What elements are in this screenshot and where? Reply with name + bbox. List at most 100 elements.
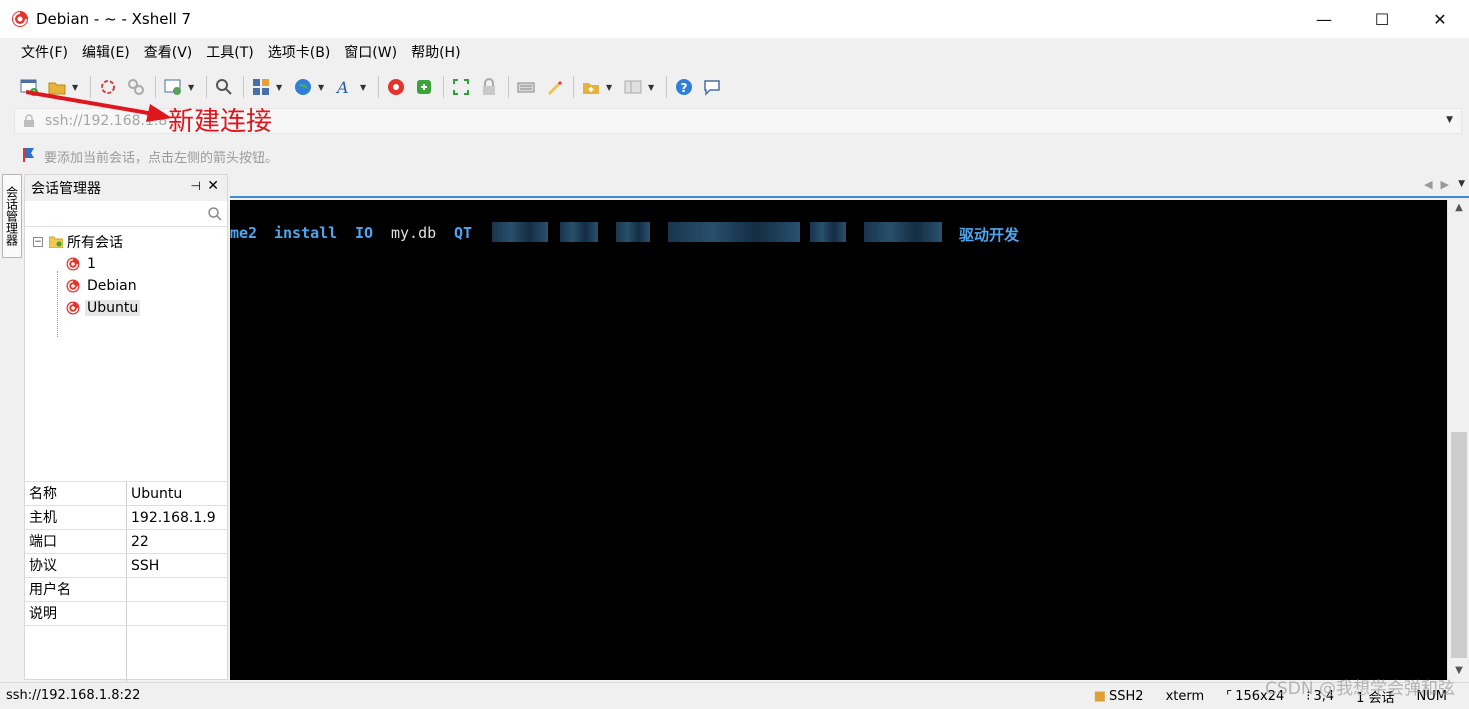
property-filler — [25, 626, 227, 682]
menu-tabs[interactable]: 选项卡(B) — [261, 38, 338, 68]
tab-scroll-arrows-icon[interactable]: ◀▶ — [1424, 178, 1457, 191]
terminal-entry: IO — [355, 224, 374, 242]
resize-icon: ⌜ — [1226, 688, 1233, 704]
lock-icon: ■ — [1093, 688, 1106, 704]
session-icon — [65, 278, 81, 294]
find-icon[interactable] — [211, 74, 237, 100]
toolbar-divider — [573, 76, 574, 98]
terminal-entry: QT — [454, 224, 473, 242]
redacted-block — [616, 222, 650, 242]
xftp-icon[interactable] — [411, 74, 437, 100]
watermark: CSDN @我想学会弹和弦 — [1265, 679, 1455, 699]
property-value: SSH — [131, 558, 160, 574]
menu-bar: 文件(F) 编辑(E) 查看(V) 工具(T) 选项卡(B) 窗口(W) 帮助(… — [0, 38, 1469, 68]
property-value: 192.168.1.9 — [131, 510, 216, 526]
fullscreen-icon[interactable] — [448, 74, 474, 100]
window-title: Debian - ~ - Xshell 7 — [36, 10, 192, 28]
chevron-down-icon[interactable]: ▼ — [318, 83, 328, 92]
annotation-label: 新建连接 — [168, 107, 273, 137]
minimize-button[interactable]: — — [1295, 0, 1353, 38]
svg-text:A: A — [335, 78, 349, 97]
property-value — [127, 578, 131, 601]
session-item[interactable]: 1 — [25, 253, 227, 275]
session-item-selected[interactable]: Ubuntu — [25, 297, 227, 319]
hint-text: 要添加当前会话，点击左侧的箭头按钮。 — [44, 150, 279, 166]
collapse-icon[interactable]: − — [33, 237, 43, 247]
title-bar: Debian - ~ - Xshell 7 — ☐ ✕ — [0, 0, 1469, 38]
session-label: 1 — [87, 256, 96, 272]
redacted-block — [864, 222, 942, 242]
chevron-down-icon[interactable]: ▼ — [188, 83, 198, 92]
property-value — [127, 602, 131, 625]
property-key: 协议 — [25, 554, 127, 577]
xshell-logo-icon — [10, 9, 30, 29]
toolbar-divider — [443, 76, 444, 98]
bookmark-arrow-icon[interactable] — [22, 146, 38, 166]
highlight-icon[interactable] — [541, 74, 567, 100]
session-icon — [65, 256, 81, 272]
chevron-down-icon[interactable]: ▼ — [606, 83, 616, 92]
status-term: xterm — [1165, 688, 1205, 704]
maximize-button[interactable]: ☐ — [1353, 0, 1411, 38]
session-icon — [65, 300, 81, 316]
pin-icon[interactable]: ⊣ — [191, 179, 201, 193]
menu-view[interactable]: 查看(V) — [137, 38, 200, 68]
property-value: 22 — [131, 534, 149, 550]
close-button[interactable]: ✕ — [1411, 0, 1469, 38]
menu-window[interactable]: 窗口(W) — [337, 38, 404, 68]
globe-icon[interactable] — [290, 74, 316, 100]
close-icon[interactable]: ✕ — [207, 178, 219, 194]
chevron-down-icon[interactable]: ▼ — [1446, 115, 1453, 125]
menu-tools[interactable]: 工具(T) — [199, 38, 260, 68]
property-row: 用户名 — [25, 578, 227, 602]
session-manager-title: 会话管理器 — [31, 181, 101, 197]
keyboard-icon[interactable] — [513, 74, 539, 100]
property-row: 主机 192.168.1.9 — [25, 506, 227, 530]
chevron-down-icon[interactable]: ▼ — [1458, 179, 1465, 189]
property-key: 名称 — [25, 482, 127, 505]
toolbar-divider — [243, 76, 244, 98]
folder-add-icon[interactable] — [578, 74, 604, 100]
property-key: 主机 — [25, 506, 127, 529]
session-label: Ubuntu — [85, 300, 141, 316]
redacted-block — [492, 222, 548, 242]
redacted-block — [668, 222, 800, 242]
hint-bar: 要添加当前会话，点击左侧的箭头按钮。 — [0, 142, 1469, 170]
terminal-scrollbar[interactable]: ▲ ▼ — [1447, 200, 1469, 680]
scroll-up-icon[interactable]: ▲ — [1448, 202, 1469, 213]
side-tab-session-manager[interactable]: 会话管理器 — [2, 174, 22, 258]
chevron-down-icon[interactable]: ▼ — [360, 83, 370, 92]
menu-file[interactable]: 文件(F) — [14, 38, 75, 68]
session-label: Debian — [87, 278, 137, 294]
redacted-block — [560, 222, 598, 242]
help-icon[interactable]: ? — [671, 74, 697, 100]
property-key: 说明 — [25, 602, 127, 625]
redacted-block — [810, 222, 846, 242]
chevron-down-icon[interactable]: ▼ — [276, 83, 286, 92]
property-row: 协议 SSH — [25, 554, 227, 578]
menu-help[interactable]: 帮助(H) — [404, 38, 467, 68]
session-manager-header: 会话管理器 ⊣ ✕ — [25, 175, 227, 201]
terminal[interactable]: me2 install IO my.db QT 驱动开发 — [230, 200, 1447, 680]
layout-icon[interactable] — [248, 74, 274, 100]
session-search-input[interactable] — [25, 201, 227, 227]
panel-icon[interactable] — [620, 74, 646, 100]
font-icon[interactable]: A — [332, 74, 358, 100]
status-protocol: ■ SSH2 — [1094, 689, 1144, 704]
status-connection: ssh://192.168.1.8:22 — [6, 688, 141, 703]
tab-strip: ◀▶ ▼ — [230, 174, 1469, 198]
tree-root[interactable]: − 所有会话 — [25, 231, 227, 253]
menu-edit[interactable]: 编辑(E) — [75, 38, 137, 68]
terminal-entry: me2 — [230, 224, 258, 242]
scrollbar-thumb[interactable] — [1451, 432, 1467, 658]
toolbar-divider — [508, 76, 509, 98]
session-manager-panel: 会话管理器 ⊣ ✕ − 所有会话 1 Debian Ubuntu 名称 Ubunt… — [24, 174, 228, 682]
search-icon[interactable] — [207, 206, 223, 222]
lock-icon[interactable] — [476, 74, 502, 100]
chat-icon[interactable] — [699, 74, 725, 100]
property-row: 端口 22 — [25, 530, 227, 554]
session-item[interactable]: Debian — [25, 275, 227, 297]
chevron-down-icon[interactable]: ▼ — [648, 83, 658, 92]
xshell-icon[interactable] — [383, 74, 409, 100]
session-properties: 名称 Ubuntu 主机 192.168.1.9 端口 22 协议 SSH 用户名 说明 — [25, 481, 227, 682]
